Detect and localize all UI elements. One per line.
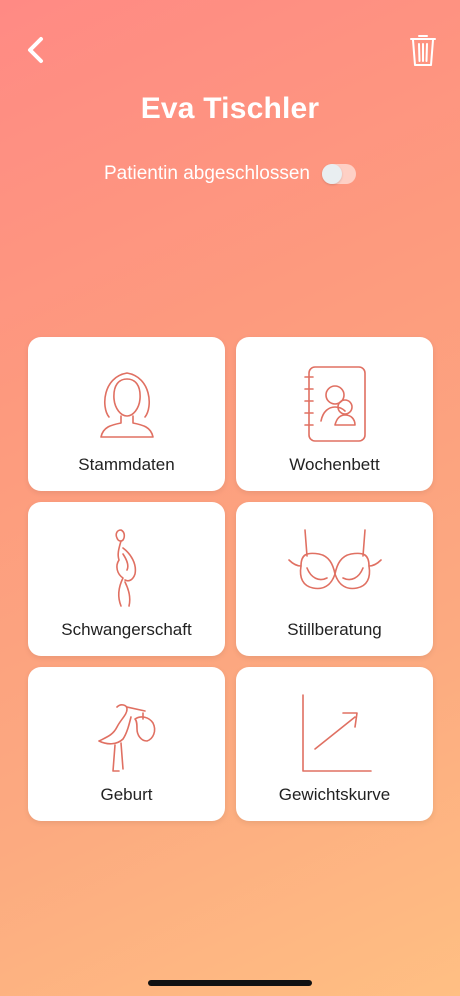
- tile-wochenbett[interactable]: Wochenbett: [236, 337, 433, 491]
- pregnant-woman-icon: [114, 529, 136, 607]
- chevron-left-icon: [28, 37, 43, 63]
- tile-label: Gewichtskurve: [278, 785, 391, 804]
- tile-label: Geburt: [100, 785, 153, 804]
- tile-label: Schwangerschaft: [61, 620, 192, 639]
- patient-closed-toggle[interactable]: [321, 164, 356, 184]
- delete-button[interactable]: [409, 32, 437, 68]
- growth-chart-icon: [301, 694, 372, 772]
- nursing-bra-icon: [287, 529, 382, 590]
- tile-stammdaten[interactable]: Stammdaten: [28, 337, 225, 491]
- tile-label: Stammdaten: [78, 455, 175, 474]
- address-book-baby-icon: [303, 366, 366, 442]
- stork-icon: [97, 704, 155, 772]
- page-title: Eva Tischler: [140, 92, 320, 125]
- patient-status-label: Patientin abgeschlossen: [104, 163, 310, 184]
- tile-gewichtskurve[interactable]: Gewichtskurve: [236, 667, 433, 821]
- toggle-knob: [321, 164, 342, 184]
- tile-label: Wochenbett: [289, 455, 380, 474]
- trash-icon: [410, 35, 436, 66]
- home-indicator: [148, 980, 312, 986]
- person-bust-icon: [99, 372, 154, 438]
- patient-status-row: Patientin abgeschlossen: [0, 160, 460, 188]
- back-button[interactable]: [22, 34, 50, 66]
- category-grid: Stammdaten Wochenbett Schwangerschaft St…: [28, 337, 433, 821]
- tile-stillberatung[interactable]: Stillberatung: [236, 502, 433, 656]
- tile-geburt[interactable]: Geburt: [28, 667, 225, 821]
- tile-schwangerschaft[interactable]: Schwangerschaft: [28, 502, 225, 656]
- tile-label: Stillberatung: [287, 620, 382, 639]
